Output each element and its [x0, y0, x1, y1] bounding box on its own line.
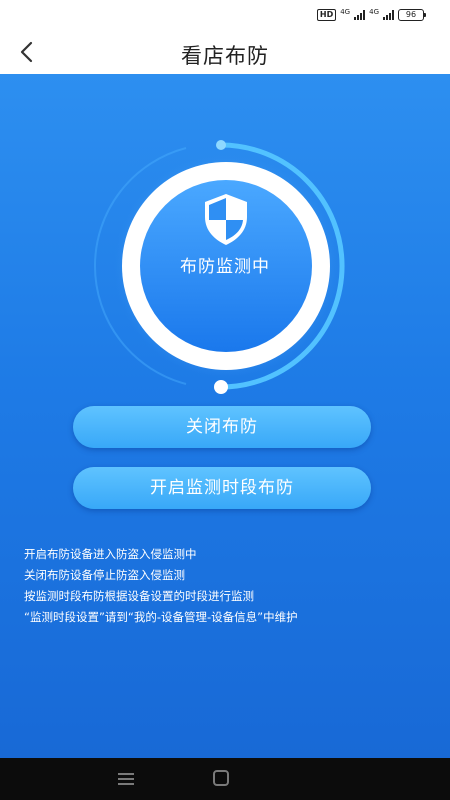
instruction-notes: 开启布防设备进入防盗入侵监测中 关闭布防设备停止防盗入侵监测 按监测时段布防根据…: [24, 544, 298, 628]
signal-icon-2: [383, 10, 394, 20]
page-title: 看店布防: [181, 44, 269, 68]
network-type-1: 4G: [340, 8, 351, 16]
battery-icon: 96: [398, 9, 426, 21]
system-nav-bar: [0, 758, 450, 800]
status-bar: HD 4G 4G 96: [0, 0, 450, 30]
hd-badge: HD: [316, 9, 337, 21]
ring-dot-top: [216, 140, 226, 150]
schedule-arm-button[interactable]: 开启监测时段布防: [73, 467, 371, 509]
note-line: “监测时段设置”请到“我的-设备管理-设备信息”中维护: [24, 610, 298, 624]
status-icons: HD 4G 4G 96: [316, 8, 426, 21]
main-panel: 布防监测中 关闭布防 开启监测时段布防 开启布防设备进入防盗入侵监测中 关闭布防…: [0, 74, 450, 758]
ring-dot-bottom: [214, 380, 228, 394]
arming-status-text: 布防监测中: [180, 257, 270, 277]
menu-icon[interactable]: [118, 772, 134, 786]
disarm-button[interactable]: 关闭布防: [73, 406, 371, 448]
network-type-2: 4G: [369, 8, 379, 16]
signal-icon-1: [354, 10, 366, 20]
nav-bar: 看店布防: [0, 30, 450, 74]
note-line: 开启布防设备进入防盗入侵监测中: [24, 547, 197, 561]
note-line: 关闭布防设备停止防盗入侵监测: [24, 568, 185, 582]
note-line: 按监测时段布防根据设备设置的时段进行监测: [24, 589, 254, 603]
home-icon[interactable]: [213, 770, 229, 786]
